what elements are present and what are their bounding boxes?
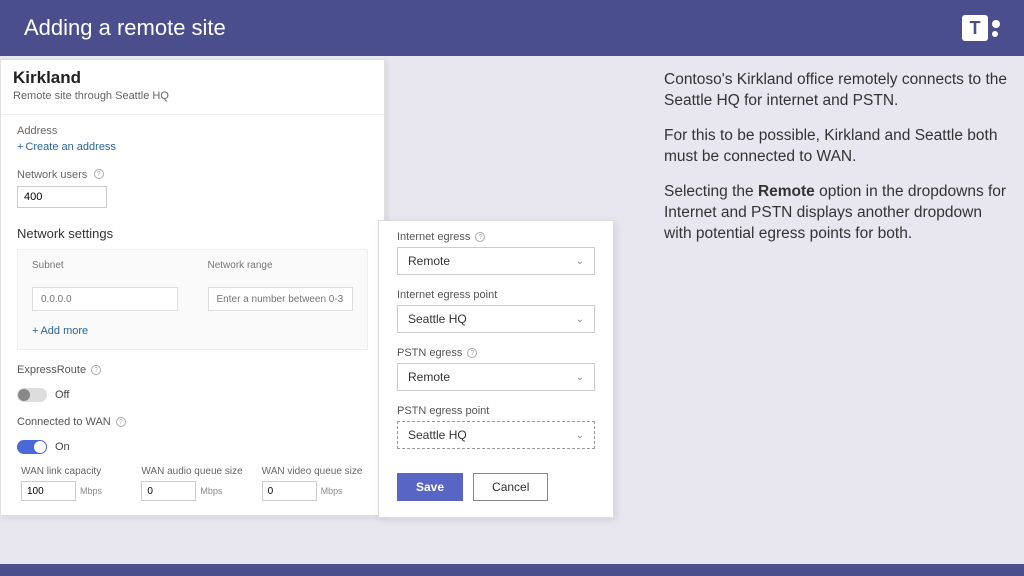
subnet-label: Subnet — [32, 260, 178, 271]
internet-egress-label: Internet egress — [397, 231, 470, 243]
pstn-egress-point-label: PSTN egress point — [397, 405, 595, 417]
wan-audio-input[interactable] — [141, 481, 196, 501]
site-name-heading: Kirkland — [13, 68, 372, 88]
footer-bar — [0, 564, 1024, 576]
network-users-label: Network users — [17, 169, 87, 181]
info-icon[interactable]: ? — [475, 232, 485, 242]
mbps-unit: Mbps — [80, 486, 102, 496]
info-icon[interactable]: ? — [467, 348, 477, 358]
info-icon[interactable]: ? — [116, 417, 126, 427]
wan-link-label: WAN link capacity — [21, 466, 123, 477]
pstn-egress-label: PSTN egress — [397, 347, 462, 359]
internet-egress-dropdown[interactable]: Remote ⌄ — [397, 247, 595, 275]
wan-state: On — [55, 441, 70, 453]
expressroute-state: Off — [55, 389, 69, 401]
wan-video-label: WAN video queue size — [262, 466, 364, 477]
info-icon[interactable]: ? — [94, 169, 104, 179]
explanation-text: Contoso's Kirkland office remotely conne… — [664, 70, 1010, 258]
subnet-box: Subnet Network range +Add more — [17, 249, 368, 350]
explain-p3: Selecting the Remote option in the dropd… — [664, 182, 1010, 245]
explain-p1: Contoso's Kirkland office remotely conne… — [664, 70, 1010, 112]
chevron-down-icon: ⌄ — [576, 256, 584, 267]
address-label: Address — [17, 125, 368, 137]
wan-audio-label: WAN audio queue size — [141, 466, 243, 477]
plus-icon: + — [17, 141, 23, 153]
chevron-down-icon: ⌄ — [576, 430, 584, 441]
explain-p2: For this to be possible, Kirkland and Se… — [664, 126, 1010, 168]
egress-panel: Internet egress ? Remote ⌄ Internet egre… — [378, 220, 614, 518]
teams-logo-icon: T — [962, 15, 1000, 41]
create-address-link[interactable]: +Create an address — [17, 141, 368, 153]
chevron-down-icon: ⌄ — [576, 372, 584, 383]
expressroute-label: ExpressRoute — [17, 364, 86, 376]
cancel-button[interactable]: Cancel — [473, 473, 548, 501]
plus-icon: + — [32, 325, 38, 337]
wan-video-input[interactable] — [262, 481, 317, 501]
mbps-unit: Mbps — [200, 486, 222, 496]
expressroute-toggle[interactable] — [17, 388, 47, 402]
site-description: Remote site through Seattle HQ — [13, 90, 372, 102]
internet-egress-point-label: Internet egress point — [397, 289, 595, 301]
pstn-egress-dropdown[interactable]: Remote ⌄ — [397, 363, 595, 391]
network-range-input[interactable] — [208, 287, 354, 311]
subnet-input[interactable] — [32, 287, 178, 311]
wan-label: Connected to WAN — [17, 416, 111, 428]
network-range-label: Network range — [208, 260, 354, 271]
internet-egress-point-dropdown[interactable]: Seattle HQ ⌄ — [397, 305, 595, 333]
slide-header: Adding a remote site T — [0, 0, 1024, 56]
mbps-unit: Mbps — [321, 486, 343, 496]
network-users-input[interactable] — [17, 186, 107, 208]
pstn-egress-point-dropdown[interactable]: Seattle HQ ⌄ — [397, 421, 595, 449]
network-settings-heading: Network settings — [17, 226, 368, 241]
slide-title: Adding a remote site — [24, 15, 226, 41]
save-button[interactable]: Save — [397, 473, 463, 501]
add-more-link[interactable]: +Add more — [32, 325, 353, 337]
wan-link-input[interactable] — [21, 481, 76, 501]
info-icon[interactable]: ? — [91, 365, 101, 375]
chevron-down-icon: ⌄ — [576, 314, 584, 325]
site-settings-panel: Kirkland Remote site through Seattle HQ … — [0, 59, 385, 516]
wan-toggle[interactable] — [17, 440, 47, 454]
